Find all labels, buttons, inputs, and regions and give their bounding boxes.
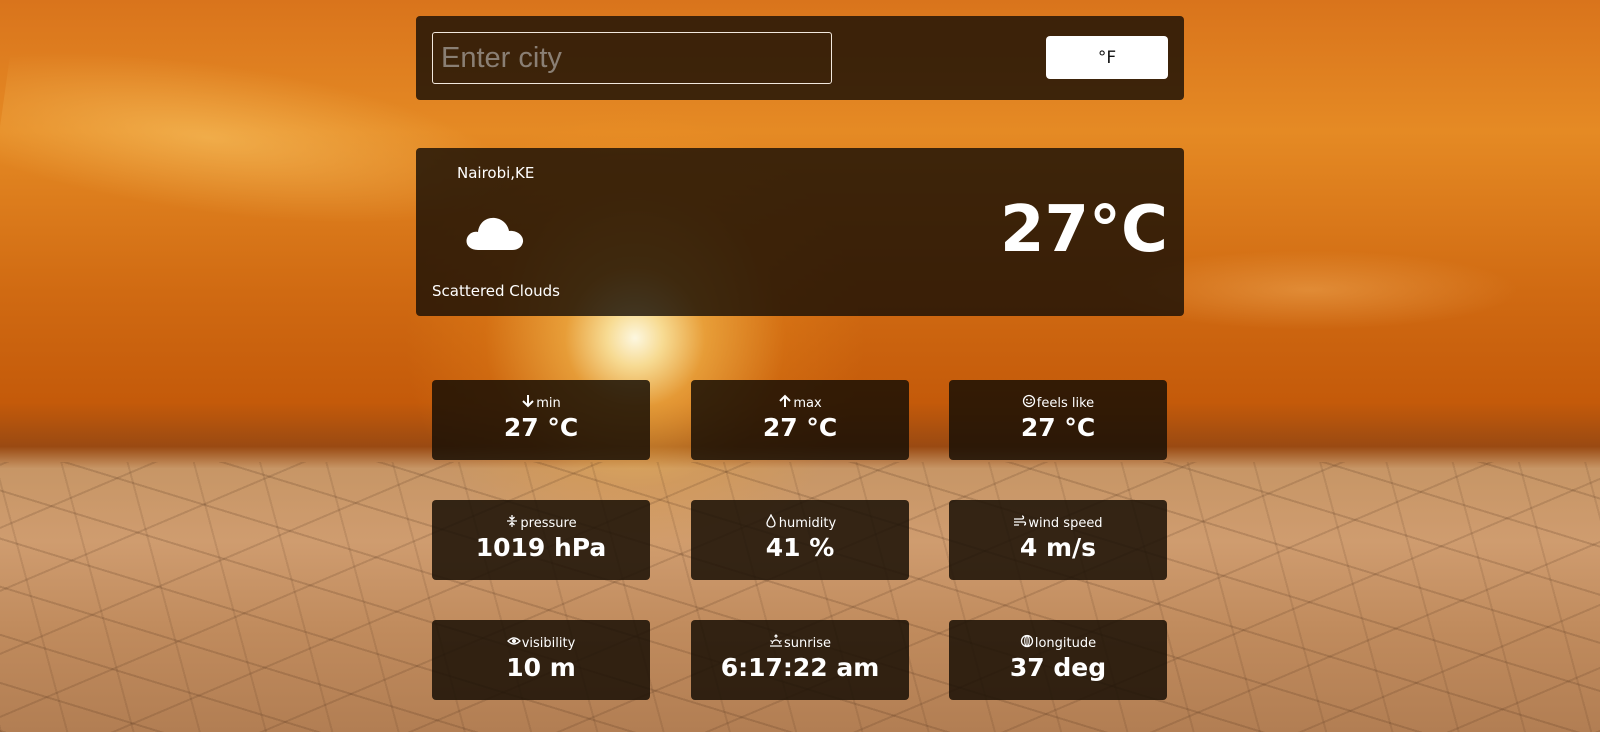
- stat-card-pressure: pressure 1019 hPa: [432, 500, 650, 580]
- stat-value: 4 m/s: [1019, 533, 1097, 562]
- stat-label: sunrise: [784, 636, 831, 651]
- stat-card-longitude: longitude 37 deg: [949, 620, 1167, 700]
- stat-value: 6:17:22 am: [720, 653, 880, 682]
- eye-icon: [506, 637, 521, 645]
- stat-value: 37 deg: [1009, 653, 1107, 682]
- stat-card-feels-like: feels like 27 °C: [949, 380, 1167, 460]
- arrow-up-icon: [779, 394, 792, 407]
- smiley-icon: [1022, 394, 1035, 408]
- unit-toggle-button[interactable]: °F: [1046, 36, 1168, 79]
- stat-label: longitude: [1034, 636, 1097, 651]
- stat-value: 27 °C: [762, 413, 838, 442]
- stat-value: 41 %: [765, 533, 835, 562]
- stat-card-visibility: visibility 10 m: [432, 620, 650, 700]
- stat-card-max: max 27 °C: [691, 380, 909, 460]
- arrow-down-icon: [522, 395, 534, 408]
- stat-label: humidity: [778, 516, 837, 531]
- droplet-icon: [766, 514, 776, 528]
- stat-label: wind speed: [1028, 516, 1103, 531]
- stat-label: min: [536, 396, 561, 411]
- sunrise-icon: [770, 634, 782, 647]
- search-panel: °F: [416, 16, 1184, 100]
- stat-label: visibility: [521, 636, 576, 651]
- stat-card-min: min 27 °C: [432, 380, 650, 460]
- pressure-icon: [507, 515, 518, 527]
- stat-label: feels like: [1036, 396, 1095, 411]
- stat-value: 10 m: [506, 653, 576, 682]
- cloud-icon: [466, 217, 524, 250]
- stat-value: 27 °C: [503, 413, 579, 442]
- stat-label: pressure: [520, 516, 577, 531]
- stat-value: 1019 hPa: [475, 533, 607, 562]
- wind-icon: [1014, 515, 1027, 526]
- stat-label: max: [793, 396, 822, 411]
- location-label: Nairobi,KE: [457, 164, 535, 182]
- globe-icon: [1020, 634, 1034, 648]
- city-search-input[interactable]: [432, 32, 832, 84]
- weather-description: Scattered Clouds: [432, 282, 560, 300]
- current-temperature: 27°C: [999, 193, 1168, 267]
- stat-card-sunrise: sunrise 6:17:22 am: [691, 620, 909, 700]
- stat-card-wind-speed: wind speed 4 m/s: [949, 500, 1167, 580]
- current-weather-panel: Nairobi,KE Scattered Clouds 27°C: [416, 148, 1184, 316]
- stat-value: 27 °C: [1020, 413, 1096, 442]
- stat-card-humidity: humidity 41 %: [691, 500, 909, 580]
